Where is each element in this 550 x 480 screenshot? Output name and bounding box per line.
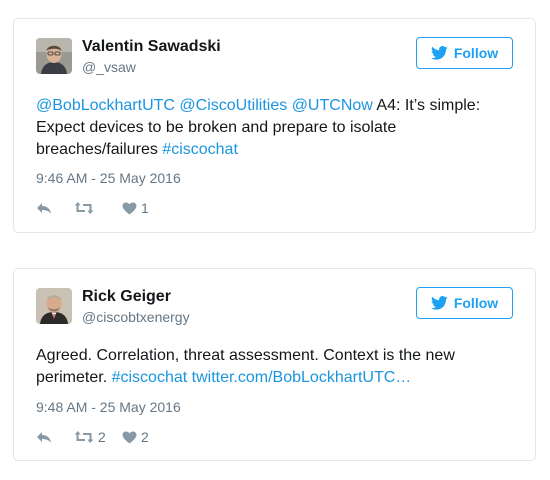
avatar[interactable] xyxy=(36,288,72,324)
twitter-bird-icon xyxy=(430,296,448,310)
author-name[interactable]: Rick Geiger xyxy=(82,288,171,306)
heart-icon xyxy=(122,201,137,215)
mention-link[interactable]: @BobLockhartUTC xyxy=(36,97,175,114)
retweet-button[interactable]: 2 xyxy=(74,429,122,445)
author-handle[interactable]: @_vsaw xyxy=(82,59,136,75)
reply-button[interactable] xyxy=(36,202,74,215)
like-button[interactable]: 1 xyxy=(122,200,162,216)
like-count: 2 xyxy=(141,429,149,445)
follow-label: Follow xyxy=(453,45,499,61)
tweet-text: Agreed. Correlation, threat assessment. … xyxy=(36,345,515,389)
author-handle[interactable]: @ciscobtxenergy xyxy=(82,309,190,325)
hashtag-link[interactable]: #ciscochat xyxy=(112,369,188,386)
tweet-card: Valentin Sawadski @_vsaw Follow @BobLock… xyxy=(13,18,536,233)
author-name[interactable]: Valentin Sawadski xyxy=(82,38,221,56)
retweet-button[interactable] xyxy=(74,201,122,215)
reply-icon xyxy=(36,202,52,215)
avatar[interactable] xyxy=(36,38,72,74)
tweet-card: Rick Geiger @ciscobtxenergy Follow Agree… xyxy=(13,268,536,461)
heart-icon xyxy=(122,430,137,444)
follow-button[interactable]: Follow xyxy=(416,287,513,319)
twitter-bird-icon xyxy=(430,46,448,60)
reply-icon xyxy=(36,431,52,444)
tweet-actions: 1 xyxy=(36,198,162,218)
url-link[interactable]: twitter.com/BobLockhartUTC… xyxy=(192,369,412,386)
reply-button[interactable] xyxy=(36,431,74,444)
follow-label: Follow xyxy=(453,295,499,311)
retweet-count: 2 xyxy=(98,429,106,445)
hashtag-link[interactable]: #ciscochat xyxy=(162,141,238,158)
mention-link[interactable]: @CiscoUtilities xyxy=(179,97,287,114)
tweet-text: @BobLockhartUTC @CiscoUtilities @UTCNow … xyxy=(36,95,515,161)
retweet-icon xyxy=(74,430,94,444)
tweet-timestamp[interactable]: 9:48 AM - 25 May 2016 xyxy=(36,399,181,415)
like-count: 1 xyxy=(141,200,149,216)
tweet-actions: 2 2 xyxy=(36,427,162,447)
mention-link[interactable]: @UTCNow xyxy=(292,97,373,114)
tweet-timestamp[interactable]: 9:46 AM - 25 May 2016 xyxy=(36,170,181,186)
like-button[interactable]: 2 xyxy=(122,429,162,445)
retweet-icon xyxy=(74,201,94,215)
follow-button[interactable]: Follow xyxy=(416,37,513,69)
